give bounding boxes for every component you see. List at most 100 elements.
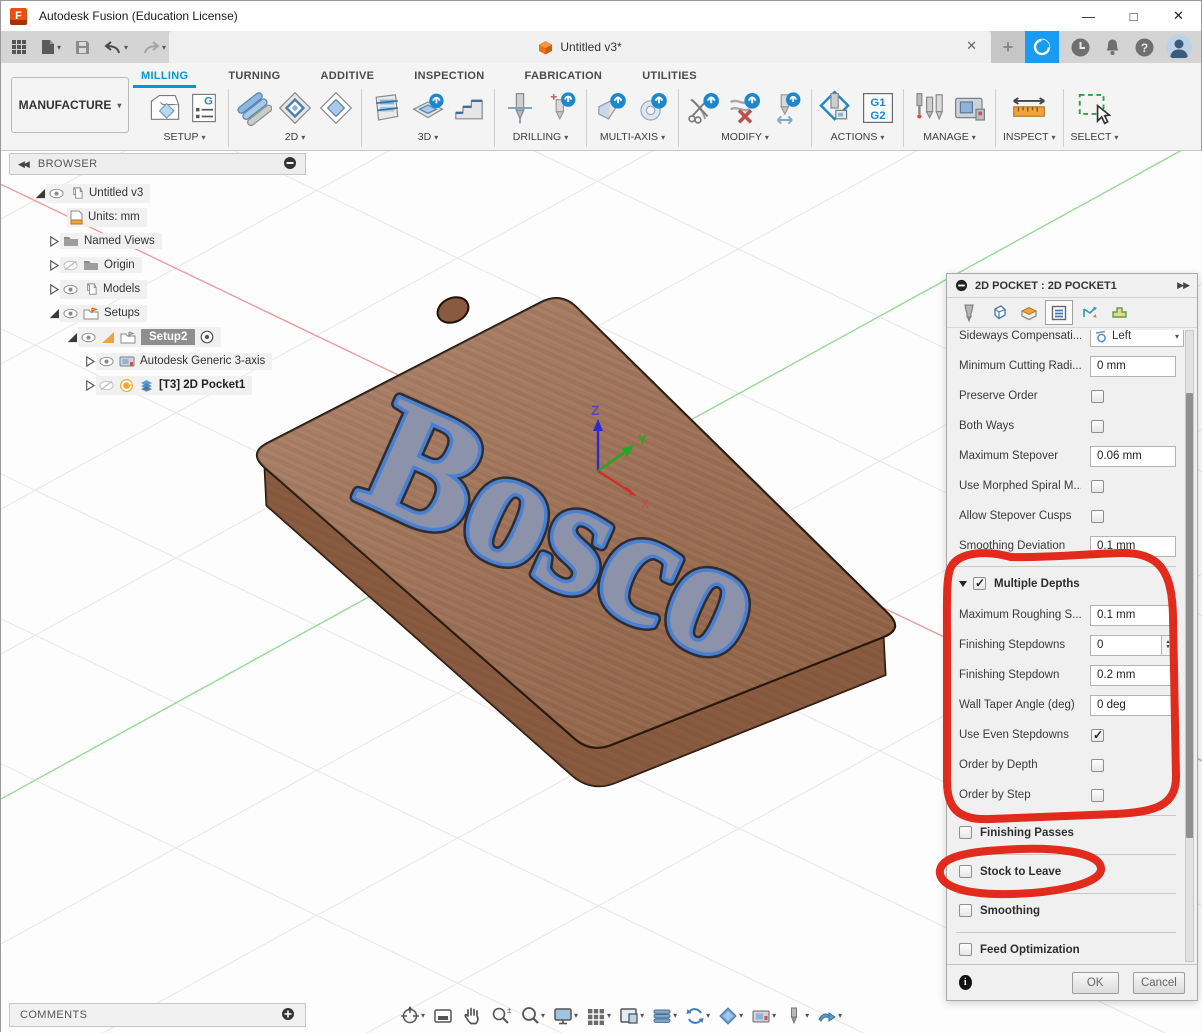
- group-label-2d[interactable]: 2D: [285, 131, 298, 143]
- tree-label[interactable]: [T3] 2D Pocket1: [159, 379, 245, 391]
- delete-passes-icon[interactable]: [727, 90, 763, 126]
- finishing-stepdown-input[interactable]: 0.2 mm: [1090, 665, 1176, 686]
- use-even-stepdowns-checkbox[interactable]: [1091, 729, 1104, 742]
- pan-button[interactable]: [459, 1004, 485, 1028]
- document-tab-close-icon[interactable]: ✕: [966, 38, 977, 54]
- tree-item-untitled[interactable]: Untitled v3: [9, 181, 306, 205]
- tab-milling[interactable]: MILLING: [139, 66, 190, 86]
- user-avatar[interactable]: [1166, 34, 1192, 60]
- tree-label[interactable]: Setups: [104, 307, 140, 319]
- group-label-drilling[interactable]: DRILLING: [513, 131, 561, 143]
- group-label-inspect[interactable]: INSPECT: [1003, 131, 1049, 143]
- extensions-button[interactable]: [1025, 31, 1059, 63]
- adaptive-3d-icon[interactable]: [369, 90, 405, 126]
- machine-visibility-button[interactable]: ▾: [748, 1004, 778, 1028]
- tree-label-selected[interactable]: Setup2: [141, 329, 195, 345]
- tree-item-2d-pocket1[interactable]: [T3] 2D Pocket1: [9, 373, 306, 397]
- manufacture-dropdown[interactable]: MANUFACTURE ▾: [11, 77, 129, 133]
- document-tab[interactable]: Untitled v3* ✕: [169, 31, 991, 63]
- steep-shallow-icon[interactable]: [451, 90, 487, 126]
- preserve-order-checkbox[interactable]: [1091, 390, 1104, 403]
- tool-tab[interactable]: [955, 300, 983, 325]
- dialog-undock-icon[interactable]: ▶▶: [1177, 280, 1189, 291]
- both-ways-checkbox[interactable]: [1091, 420, 1104, 433]
- board-hole[interactable]: [434, 293, 473, 328]
- ok-button[interactable]: OK: [1072, 972, 1119, 994]
- smoothing-checkbox[interactable]: [959, 904, 972, 917]
- bore-icon[interactable]: +: [543, 90, 579, 126]
- scrollbar-thumb[interactable]: [1186, 393, 1193, 838]
- face-2d-icon[interactable]: [236, 90, 272, 126]
- order-by-depth-checkbox[interactable]: [1091, 759, 1104, 772]
- browser-header[interactable]: ◀◀ BROWSER: [9, 153, 306, 175]
- tree-item-machine[interactable]: Autodesk Generic 3-axis: [9, 349, 306, 373]
- drill-icon[interactable]: [502, 90, 538, 126]
- finishing-stepdowns-stepper[interactable]: ▲▼: [1162, 635, 1175, 656]
- stock-to-leave-group-header[interactable]: Stock to Leave: [947, 855, 1185, 888]
- pocket-2d-icon[interactable]: [318, 90, 354, 126]
- info-icon[interactable]: i: [959, 975, 972, 990]
- minimize-browser-icon[interactable]: [283, 156, 297, 173]
- feed-optimization-checkbox[interactable]: [959, 943, 972, 956]
- viewports-button[interactable]: ▾: [616, 1004, 646, 1028]
- collapsed-arrow-icon[interactable]: [83, 355, 96, 368]
- group-label-setup[interactable]: SETUP: [163, 131, 198, 143]
- close-button[interactable]: ✕: [1156, 1, 1201, 31]
- geometry-tab[interactable]: [985, 300, 1013, 325]
- group-label-multiaxis[interactable]: MULTI-AXIS: [600, 131, 658, 143]
- tool-library-icon[interactable]: [911, 90, 947, 126]
- group-label-3d[interactable]: 3D: [418, 131, 431, 143]
- group-label-select[interactable]: SELECT: [1071, 131, 1112, 143]
- tab-fabrication[interactable]: FABRICATION: [523, 66, 605, 86]
- linking-tab[interactable]: [1075, 300, 1103, 325]
- eye-off-icon[interactable]: [63, 260, 78, 271]
- file-menu-button[interactable]: ▾: [41, 39, 61, 55]
- tab-utilities[interactable]: UTILITIES: [640, 66, 699, 86]
- finishing-stepdowns-input[interactable]: 0: [1090, 635, 1162, 656]
- simulate-icon[interactable]: [819, 90, 855, 126]
- tab-turning[interactable]: TURNING: [226, 66, 282, 86]
- add-comment-icon[interactable]: [281, 1007, 295, 1024]
- dialog-scrollbar[interactable]: [1185, 330, 1194, 962]
- redo-button[interactable]: ▾: [142, 40, 166, 54]
- collapsed-arrow-icon[interactable]: [83, 379, 96, 392]
- tree-item-origin[interactable]: Origin: [9, 253, 306, 277]
- measure-icon[interactable]: [1009, 90, 1049, 126]
- eye-icon[interactable]: [63, 284, 78, 295]
- tree-label[interactable]: Untitled v3: [89, 187, 143, 199]
- trim-toolpath-icon[interactable]: [686, 90, 722, 126]
- order-by-step-checkbox[interactable]: [1091, 789, 1104, 802]
- select-icon[interactable]: [1075, 90, 1113, 126]
- passes-tab[interactable]: [1045, 300, 1073, 325]
- tree-item-models[interactable]: Models: [9, 277, 306, 301]
- tree-label[interactable]: Units: mm: [88, 211, 140, 223]
- machine-library-icon[interactable]: [952, 90, 988, 126]
- wall-taper-angle-input[interactable]: 0 deg: [1090, 695, 1176, 716]
- notifications-bell-icon[interactable]: [1102, 37, 1123, 58]
- multiaxis-contour-icon[interactable]: [635, 90, 671, 126]
- tool-visibility-button[interactable]: ▾: [781, 1004, 811, 1028]
- save-button[interactable]: [75, 40, 90, 55]
- steps-button[interactable]: ▾: [649, 1004, 679, 1028]
- smoothing-deviation-input[interactable]: 0.1 mm: [1090, 536, 1176, 557]
- post-process-icon[interactable]: G1G2: [860, 90, 896, 126]
- maximum-stepover-input[interactable]: 0.06 mm: [1090, 446, 1176, 467]
- finishing-passes-checkbox[interactable]: [959, 826, 972, 839]
- eye-icon[interactable]: [81, 332, 96, 343]
- collapsed-arrow-icon[interactable]: [47, 283, 60, 296]
- cancel-button[interactable]: Cancel: [1133, 972, 1185, 994]
- collapsed-arrow-icon[interactable]: [47, 235, 60, 248]
- group-label-modify[interactable]: MODIFY: [721, 131, 762, 143]
- adaptive-2d-icon[interactable]: [277, 90, 313, 126]
- refresh-button[interactable]: ▾: [682, 1004, 712, 1028]
- tree-item-units[interactable]: Units: mm: [9, 205, 306, 229]
- multiple-depths-collapse-icon[interactable]: [959, 581, 967, 587]
- multiple-depths-group-header[interactable]: Multiple Depths: [947, 567, 1185, 600]
- maximum-roughing-input[interactable]: 0.1 mm: [1090, 605, 1176, 626]
- heights-tab[interactable]: [1015, 300, 1043, 325]
- stepover-cusps-checkbox[interactable]: [1091, 510, 1104, 523]
- morphed-spiral-checkbox[interactable]: [1091, 480, 1104, 493]
- swarf-icon[interactable]: [594, 90, 630, 126]
- tree-item-setup2[interactable]: Setup2: [9, 325, 306, 349]
- tree-item-setups[interactable]: Setups: [9, 301, 306, 325]
